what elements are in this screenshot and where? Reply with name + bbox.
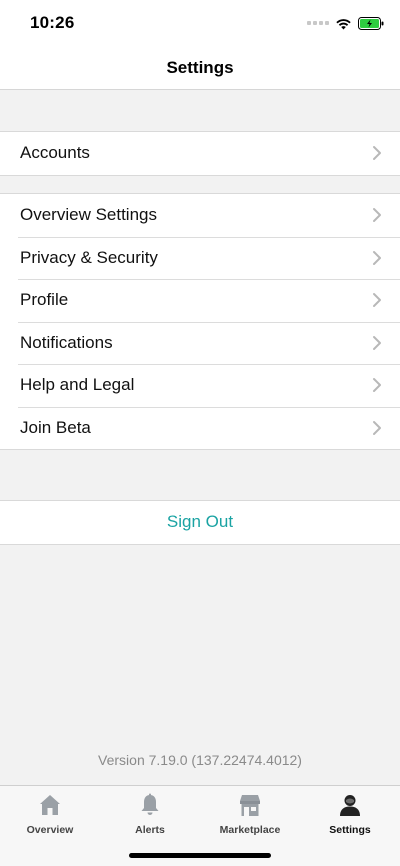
status-icons (307, 14, 384, 32)
accounts-row[interactable]: Accounts (0, 132, 400, 175)
signout-group: Sign Out (0, 500, 400, 545)
home-indicator (129, 853, 271, 858)
tab-label: Overview (26, 824, 74, 836)
notifications-label: Notifications (20, 332, 113, 352)
profile-label: Profile (20, 290, 69, 310)
chevron-right-icon (373, 146, 381, 161)
settings-group: Overview Settings Privacy & Security Pro… (0, 193, 400, 450)
navigation-bar: Settings (0, 46, 400, 90)
join-beta-row[interactable]: Join Beta (0, 406, 400, 450)
help-legal-label: Help and Legal (20, 375, 135, 395)
privacy-security-label: Privacy & Security (20, 247, 158, 267)
chevron-right-icon (373, 208, 381, 223)
tab-label: Marketplace (219, 824, 281, 836)
chevron-right-icon (373, 335, 381, 350)
overview-settings-row[interactable]: Overview Settings (0, 194, 400, 237)
battery-icon (358, 16, 384, 30)
store-icon (240, 795, 260, 816)
chevron-right-icon (373, 250, 381, 265)
tab-settings[interactable]: Settings (300, 786, 400, 866)
sign-out-button[interactable]: Sign Out (0, 501, 400, 544)
chevron-right-icon (373, 293, 381, 308)
help-legal-row[interactable]: Help and Legal (0, 364, 400, 407)
privacy-security-row[interactable]: Privacy & Security (0, 236, 400, 280)
status-time: 10:26 (30, 13, 75, 32)
profile-row[interactable]: Profile (0, 279, 400, 322)
overview-settings-label: Overview Settings (20, 205, 157, 225)
accounts-group: Accounts (0, 131, 400, 176)
tab-label: Alerts (135, 824, 165, 836)
page-title: Settings (166, 57, 234, 77)
chevron-right-icon (373, 378, 381, 393)
wifi-icon (336, 18, 351, 29)
notifications-row[interactable]: Notifications (0, 321, 400, 365)
join-beta-label: Join Beta (20, 417, 91, 437)
version-text: Version 7.19.0 (137.22474.4012) (98, 752, 302, 768)
accounts-label: Accounts (20, 143, 90, 163)
home-icon (40, 795, 60, 815)
cellular-signal-icon (307, 21, 329, 25)
person-icon (340, 795, 360, 816)
bell-icon (141, 793, 159, 815)
sign-out-label: Sign Out (166, 512, 234, 532)
tab-label: Settings (329, 824, 371, 836)
tab-overview[interactable]: Overview (0, 786, 100, 866)
status-bar: 10:26 (0, 0, 400, 46)
chevron-right-icon (373, 420, 381, 435)
